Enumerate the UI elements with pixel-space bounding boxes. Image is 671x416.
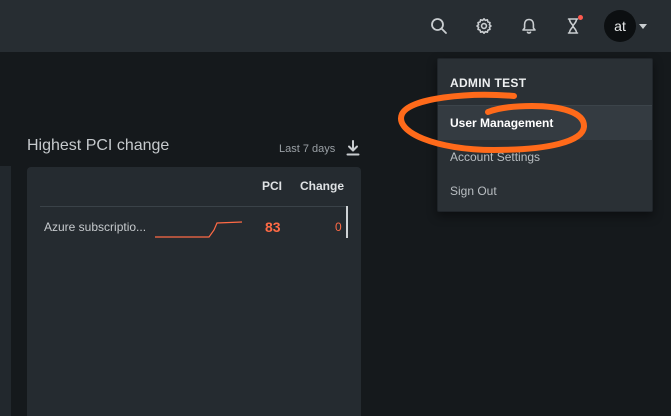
- search-button[interactable]: [425, 12, 453, 40]
- notification-dot: [578, 15, 583, 20]
- highest-pci-change-card: [27, 167, 361, 416]
- table-row-pci-value: 83: [265, 219, 281, 235]
- search-icon: [431, 18, 447, 34]
- top-navigation-bar: at: [0, 0, 671, 52]
- menu-item-user-management[interactable]: User Management: [438, 106, 652, 140]
- settings-button[interactable]: [470, 12, 498, 40]
- left-widget-card: [0, 166, 11, 416]
- user-menu-dropdown: ADMIN TEST User Management Account Setti…: [437, 58, 653, 212]
- pci-trend-sparkline: [155, 221, 243, 238]
- table-row-change-value: 0: [335, 220, 342, 234]
- activity-button[interactable]: [559, 12, 587, 40]
- bell-icon: [522, 18, 536, 34]
- user-avatar[interactable]: at: [604, 10, 636, 42]
- download-icon[interactable]: [346, 140, 360, 156]
- row-scrollbar[interactable]: [346, 206, 348, 238]
- column-header-change[interactable]: Change: [300, 179, 344, 193]
- chevron-down-icon[interactable]: [639, 24, 647, 29]
- menu-item-sign-out[interactable]: Sign Out: [438, 174, 652, 208]
- gear-icon: [476, 18, 492, 34]
- user-menu-header: ADMIN TEST: [450, 76, 527, 90]
- time-range-label[interactable]: Last 7 days: [279, 143, 335, 155]
- menu-item-account-settings[interactable]: Account Settings: [438, 140, 652, 174]
- column-header-pci[interactable]: PCI: [262, 179, 282, 193]
- widget-title: Highest PCI change: [27, 137, 170, 154]
- notifications-button[interactable]: [515, 12, 543, 40]
- table-row-name[interactable]: Azure subscriptio...: [44, 220, 146, 234]
- table-header-divider: [40, 206, 348, 207]
